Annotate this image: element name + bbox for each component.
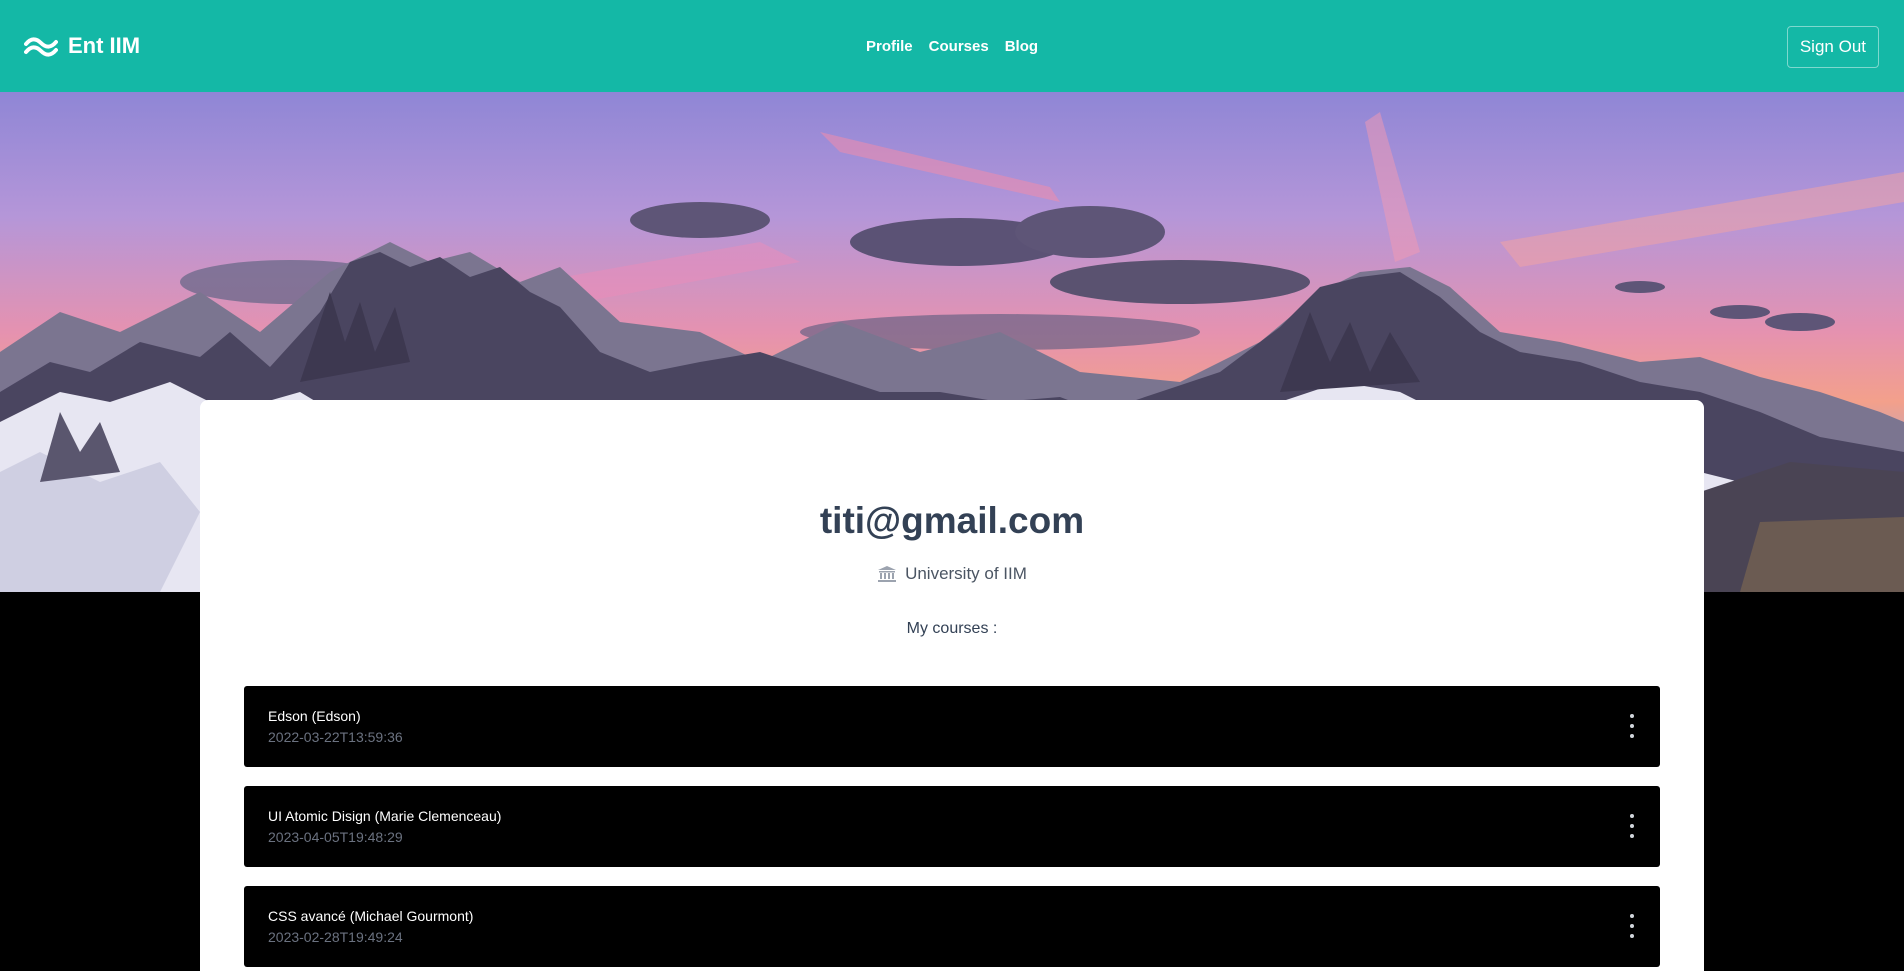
nav-courses[interactable]: Courses [929,38,989,55]
university-icon [878,566,897,582]
brand-name: Ent IIM [68,33,141,58]
profile-email: titi@gmail.com [819,500,1085,541]
course-item[interactable]: Edson (Edson) 2022-03-22T13:59:36 [244,686,1660,767]
wave-logo-icon [24,37,58,57]
kebab-menu-icon[interactable] [1626,714,1638,738]
university-name: University of IIM [905,564,1027,583]
main-nav: Profile Courses Blog [866,38,1038,55]
my-courses-label: My courses : [906,620,998,637]
course-date: 2023-04-05T19:48:29 [268,829,403,845]
university-line: University of IIM [200,564,1704,584]
course-date: 2023-02-28T19:49:24 [268,929,403,945]
kebab-menu-icon[interactable] [1626,814,1638,838]
course-name: CSS avancé (Michael Gourmont) [268,908,474,924]
kebab-menu-icon[interactable] [1626,914,1638,938]
course-name: UI Atomic Disign (Marie Clemenceau) [268,808,502,824]
course-name: Edson (Edson) [268,708,361,724]
profile-card: titi@gmail.com University of IIM My cour… [200,400,1704,971]
brand-logo[interactable]: Ent IIM [24,33,140,59]
course-item[interactable]: UI Atomic Disign (Marie Clemenceau) 2023… [244,786,1660,867]
nav-blog[interactable]: Blog [1005,38,1038,55]
navbar: Ent IIM Profile Courses Blog Sign Out [0,0,1904,92]
sign-out-button[interactable]: Sign Out [1786,26,1879,68]
course-date: 2022-03-22T13:59:36 [268,729,403,745]
course-item[interactable]: CSS avancé (Michael Gourmont) 2023-02-28… [244,886,1660,967]
nav-profile[interactable]: Profile [866,38,913,55]
